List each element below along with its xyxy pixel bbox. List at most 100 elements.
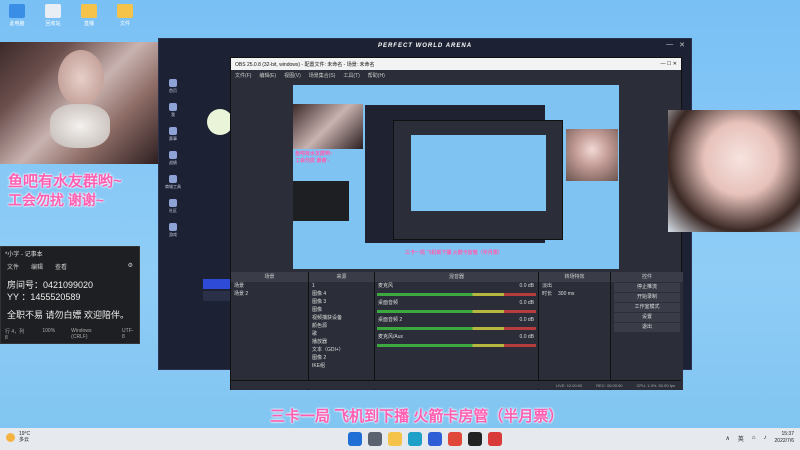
mixer-channel: 桌面音频 2 0.0 dB bbox=[375, 316, 538, 330]
notepad-window: *小字 - 记事本 文件 编辑 查看 ⚙ 房间号：0421099020 YY ：… bbox=[0, 246, 140, 344]
obs-titlebar[interactable]: OBS 25.0.8 (32-bit, windows) - 配置文件: 未命名… bbox=[231, 58, 681, 70]
scene-item[interactable]: 场景 2 bbox=[231, 290, 308, 298]
channel-db: 0.0 dB bbox=[519, 334, 534, 340]
cat-image bbox=[50, 104, 110, 148]
source-item[interactable]: IKE组 bbox=[309, 362, 374, 370]
obs-menu-view[interactable]: 视图(V) bbox=[284, 72, 301, 79]
desktop-icon-recycle[interactable]: 回收站 bbox=[40, 4, 66, 27]
obs-menu-help[interactable]: 帮助(H) bbox=[368, 72, 385, 79]
source-item[interactable]: 图像 2 bbox=[309, 354, 374, 362]
menu-edit[interactable]: 编辑 bbox=[31, 262, 43, 271]
pwa-nav-home[interactable]: 首页 bbox=[159, 79, 187, 103]
pwa-title: PERFECT WORLD ARENA bbox=[377, 43, 473, 49]
obs-menu-edit[interactable]: 编辑(E) bbox=[259, 72, 276, 79]
pwa-nav-community[interactable]: 社区 bbox=[159, 199, 187, 223]
scene-item[interactable]: 场景 bbox=[231, 282, 308, 290]
mixer-header: 混音器 bbox=[375, 272, 538, 282]
volume-icon[interactable]: ♪ bbox=[764, 435, 767, 441]
settings-button[interactable]: 设置 bbox=[614, 313, 680, 322]
windows-start-icon[interactable] bbox=[348, 432, 362, 446]
source-item[interactable]: 颜色源 bbox=[309, 322, 374, 330]
source-item[interactable]: 图像 4 bbox=[309, 290, 374, 298]
input-language[interactable]: 英 bbox=[738, 434, 744, 443]
nav-label: 游戏 bbox=[169, 232, 177, 237]
source-item[interactable]: 图像 bbox=[309, 306, 374, 314]
desktop-icon-folder-2[interactable]: 文件 bbox=[112, 4, 138, 27]
channel-db: 0.0 dB bbox=[519, 317, 534, 323]
obs-menu-scene-collection[interactable]: 场景集合(S) bbox=[309, 72, 336, 79]
notepad-menu: 文件 编辑 查看 ⚙ bbox=[1, 260, 139, 273]
source-item[interactable]: 歌 bbox=[309, 330, 374, 338]
start-recording-button[interactable]: 开始录制 bbox=[614, 293, 680, 302]
obs-icon[interactable] bbox=[468, 432, 482, 446]
pwa-nav-tools[interactable]: 商城工具 bbox=[159, 175, 187, 199]
obs-menu-tools[interactable]: 工具(T) bbox=[343, 72, 359, 79]
stop-streaming-button[interactable]: 停止推流 bbox=[614, 283, 680, 292]
pwa-nav-games[interactable]: 游戏 bbox=[159, 223, 187, 247]
volume-meter[interactable] bbox=[377, 310, 536, 313]
desktop-icon-label: 直播 bbox=[83, 21, 94, 27]
overlay-line-1: 鱼吧有水友群哟~ bbox=[8, 173, 122, 190]
notepad-body[interactable]: 房间号：0421099020 YY ：1455520589 全职不易 请勿白嫖 … bbox=[1, 273, 139, 327]
scenes-dock: 场景 场景 场景 2 + − ∧ ∨ bbox=[231, 272, 309, 390]
pwa-nav-stats[interactable]: 战绩 bbox=[159, 151, 187, 175]
maximize-icon[interactable]: ☐ bbox=[667, 61, 671, 67]
mixer-channel: 桌面音频 0.0 dB bbox=[375, 299, 538, 313]
source-item[interactable]: 文本（GDI+） bbox=[309, 346, 374, 354]
close-icon[interactable]: ✕ bbox=[679, 41, 685, 49]
network-icon[interactable]: ⌂ bbox=[752, 435, 756, 441]
source-item[interactable]: 图像 3 bbox=[309, 298, 374, 306]
channel-name: 桌面音频 bbox=[378, 300, 399, 306]
studio-mode-button[interactable]: 工作室模式 bbox=[614, 303, 680, 312]
desktop-icon-label: 文件 bbox=[119, 21, 130, 27]
status-encoding: UTF-8 bbox=[122, 328, 134, 340]
volume-meter[interactable] bbox=[377, 293, 536, 296]
sources-header: 来源 bbox=[309, 272, 374, 282]
streamer-face bbox=[58, 50, 104, 106]
minimize-icon[interactable]: — bbox=[666, 41, 673, 49]
window-controls: — ☐ ✕ bbox=[661, 61, 677, 67]
obs-menu-file[interactable]: 文件(F) bbox=[235, 72, 251, 79]
source-item[interactable]: 视频捕获设备 bbox=[309, 314, 374, 322]
menu-view[interactable]: 查看 bbox=[55, 262, 67, 271]
taskbar-apps bbox=[348, 432, 502, 446]
clock-time: 15:37 bbox=[781, 431, 794, 437]
close-icon[interactable]: ✕ bbox=[673, 61, 677, 67]
gear-icon[interactable]: ⚙ bbox=[128, 262, 133, 271]
chevron-up-icon[interactable]: ∧ bbox=[725, 435, 729, 442]
desktop-icon-computer[interactable]: 此电脑 bbox=[4, 4, 30, 27]
transition-select[interactable]: 淡出 bbox=[539, 282, 610, 290]
chart-icon bbox=[169, 151, 177, 159]
notepad-line: 全职不易 请勿白嫖 欢迎陪伴。 bbox=[7, 310, 130, 320]
file-explorer-icon[interactable] bbox=[388, 432, 402, 446]
pwa-nav-events[interactable]: 赛事 bbox=[159, 127, 187, 151]
store-icon[interactable] bbox=[428, 432, 442, 446]
exit-button[interactable]: 退出 bbox=[614, 323, 680, 332]
minimize-icon[interactable]: — bbox=[661, 61, 666, 67]
menu-file[interactable]: 文件 bbox=[7, 262, 19, 271]
app-icon[interactable] bbox=[488, 432, 502, 446]
source-item[interactable]: 1 bbox=[309, 282, 374, 290]
nav-label: 商城工具 bbox=[165, 184, 181, 189]
volume-meter[interactable] bbox=[377, 327, 536, 330]
weather-widget[interactable]: 19°C 多云 bbox=[6, 431, 30, 443]
duration-label: 时长 bbox=[542, 291, 553, 297]
search-icon[interactable] bbox=[368, 432, 382, 446]
channel-name: 麦克风 bbox=[378, 283, 394, 289]
notepad-titlebar[interactable]: *小字 - 记事本 bbox=[1, 247, 139, 260]
mixer-dock: 混音器 麦克风 0.0 dB 桌面音频 0.0 dB 桌面音频 2 0.0 dB bbox=[375, 272, 539, 390]
duration-input[interactable]: 300 ms bbox=[558, 290, 574, 298]
volume-meter[interactable] bbox=[377, 344, 536, 347]
desktop-icon-folder-1[interactable]: 直播 bbox=[76, 4, 102, 27]
weather-icon bbox=[6, 432, 15, 442]
pwa-nav-me[interactable]: 我 bbox=[159, 103, 187, 127]
notepad-line: 房间号：0421099020 bbox=[7, 280, 94, 290]
edge-icon[interactable] bbox=[408, 432, 422, 446]
chrome-icon[interactable] bbox=[448, 432, 462, 446]
obs-menubar: 文件(F) 编辑(E) 视图(V) 场景集合(S) 工具(T) 帮助(H) bbox=[231, 70, 681, 80]
channel-name: 麦克风/Aux bbox=[378, 334, 404, 340]
source-item[interactable]: 播放器 bbox=[309, 338, 374, 346]
preview-overlay-text: 鱼吧有水友群哟~ 工会勿扰 谢谢~ bbox=[295, 151, 333, 165]
gamepad-icon bbox=[169, 223, 177, 231]
clock[interactable]: 15:37 2022/7/6 bbox=[775, 431, 794, 445]
